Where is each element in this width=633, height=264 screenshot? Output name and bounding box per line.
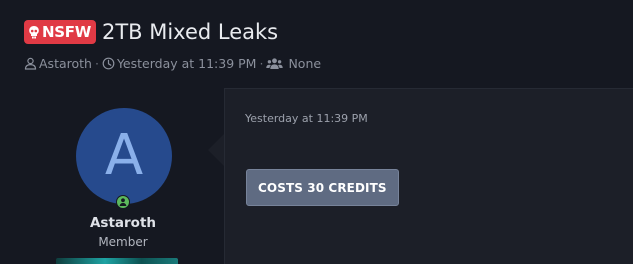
online-user-icon <box>117 196 129 208</box>
prefix-label: NSFW <box>42 23 91 41</box>
unlock-content-button[interactable]: COSTS 30 CREDITS <box>246 169 399 206</box>
thread-title: 2TB Mixed Leaks <box>101 20 279 44</box>
post-arrow <box>208 134 224 166</box>
post-date-link[interactable]: Yesterday at 11:39 PM <box>245 112 368 125</box>
meta-separator: · <box>259 55 264 71</box>
skull-icon <box>29 26 39 39</box>
clock-icon <box>102 57 115 69</box>
nsfw-prefix-badge[interactable]: NSFW <box>24 20 96 44</box>
thread-page: NSFW 2TB Mixed Leaks Astaroth · Yesterda… <box>0 0 633 264</box>
thread-author-link[interactable]: Astaroth <box>39 56 92 71</box>
thread-date-link[interactable]: Yesterday at 11:39 PM <box>117 56 257 71</box>
meta-separator: · <box>94 55 99 71</box>
user-banner <box>56 258 178 264</box>
thread-header: NSFW 2TB Mixed Leaks <box>24 16 278 48</box>
username-link[interactable]: Astaroth <box>0 215 246 231</box>
post-body: Yesterday at 11:39 PM COSTS 30 CREDITS <box>224 88 633 264</box>
post-user-panel: A Astaroth Member <box>0 88 224 264</box>
user-icon <box>24 57 37 70</box>
online-status-indicator <box>116 195 130 209</box>
thread-meta: Astaroth · Yesterday at 11:39 PM · None <box>24 54 321 72</box>
users-icon <box>266 57 284 69</box>
avatar[interactable]: A <box>76 108 172 204</box>
user-title: Member <box>98 235 148 249</box>
audience-label: None <box>288 55 322 71</box>
